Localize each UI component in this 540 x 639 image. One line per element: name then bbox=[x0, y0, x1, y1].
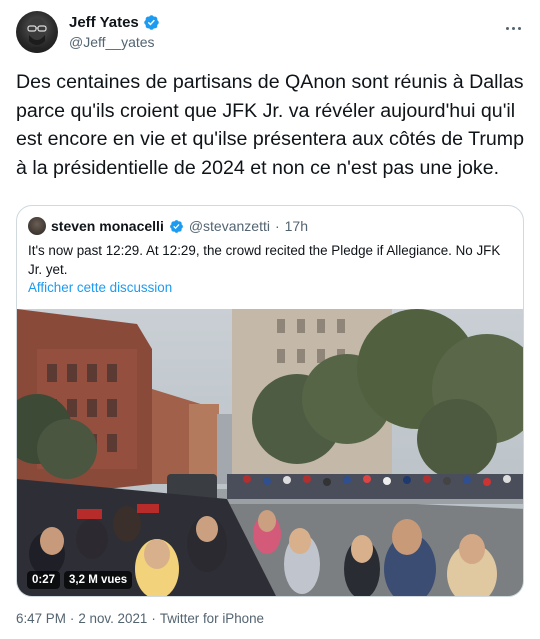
video-duration-badge: 0:27 bbox=[27, 571, 61, 589]
quoted-avatar bbox=[28, 217, 46, 235]
quoted-author-name: steven monacelli bbox=[51, 218, 164, 234]
tweet-header: Jeff Yates @Jeff__yates bbox=[16, 11, 524, 55]
verified-badge-icon bbox=[169, 219, 183, 233]
quoted-tweet-text: It's now past 12:29. At 12:29, the crowd… bbox=[28, 243, 501, 277]
separator-dot: · bbox=[151, 611, 156, 626]
author-handle[interactable]: @Jeff__yates bbox=[69, 34, 160, 50]
author-name-row: Jeff Yates bbox=[69, 14, 160, 31]
show-thread-link[interactable]: Afficher cette discussion bbox=[28, 280, 172, 295]
tweet-time[interactable]: 6:47 PM bbox=[16, 611, 66, 626]
more-options-icon[interactable] bbox=[504, 17, 524, 33]
verified-badge-icon bbox=[144, 15, 159, 30]
video-player[interactable]: 0:27 3,2 M vues bbox=[17, 309, 523, 596]
tweet-text: Des centaines de partisans de QAnon sont… bbox=[16, 71, 525, 179]
author-info: Jeff Yates @Jeff__yates bbox=[69, 14, 160, 50]
quoted-tweet[interactable]: steven monacelli @stevanzetti · 17h It's… bbox=[16, 205, 524, 597]
tweet-date[interactable]: 2 nov. 2021 bbox=[78, 611, 147, 626]
avatar[interactable] bbox=[16, 11, 58, 53]
tweet-card: Jeff Yates @Jeff__yates Des centaines de… bbox=[0, 0, 540, 639]
video-thumbnail bbox=[17, 309, 523, 596]
quoted-author-handle: @stevanzetti bbox=[188, 218, 270, 234]
tweet-source[interactable]: Twitter for iPhone bbox=[160, 611, 264, 626]
video-views-badge: 3,2 M vues bbox=[64, 571, 133, 589]
separator-dot: · bbox=[69, 611, 75, 626]
author-name[interactable]: Jeff Yates bbox=[69, 14, 139, 31]
quoted-tweet-header: steven monacelli @stevanzetti · 17h bbox=[28, 217, 308, 235]
separator-dot: · bbox=[274, 218, 280, 234]
tweet-metadata: 6:47 PM · 2 nov. 2021 · Twitter for iPho… bbox=[16, 611, 264, 626]
video-badges: 0:27 3,2 M vues bbox=[27, 571, 133, 589]
quoted-timestamp: 17h bbox=[284, 218, 308, 234]
